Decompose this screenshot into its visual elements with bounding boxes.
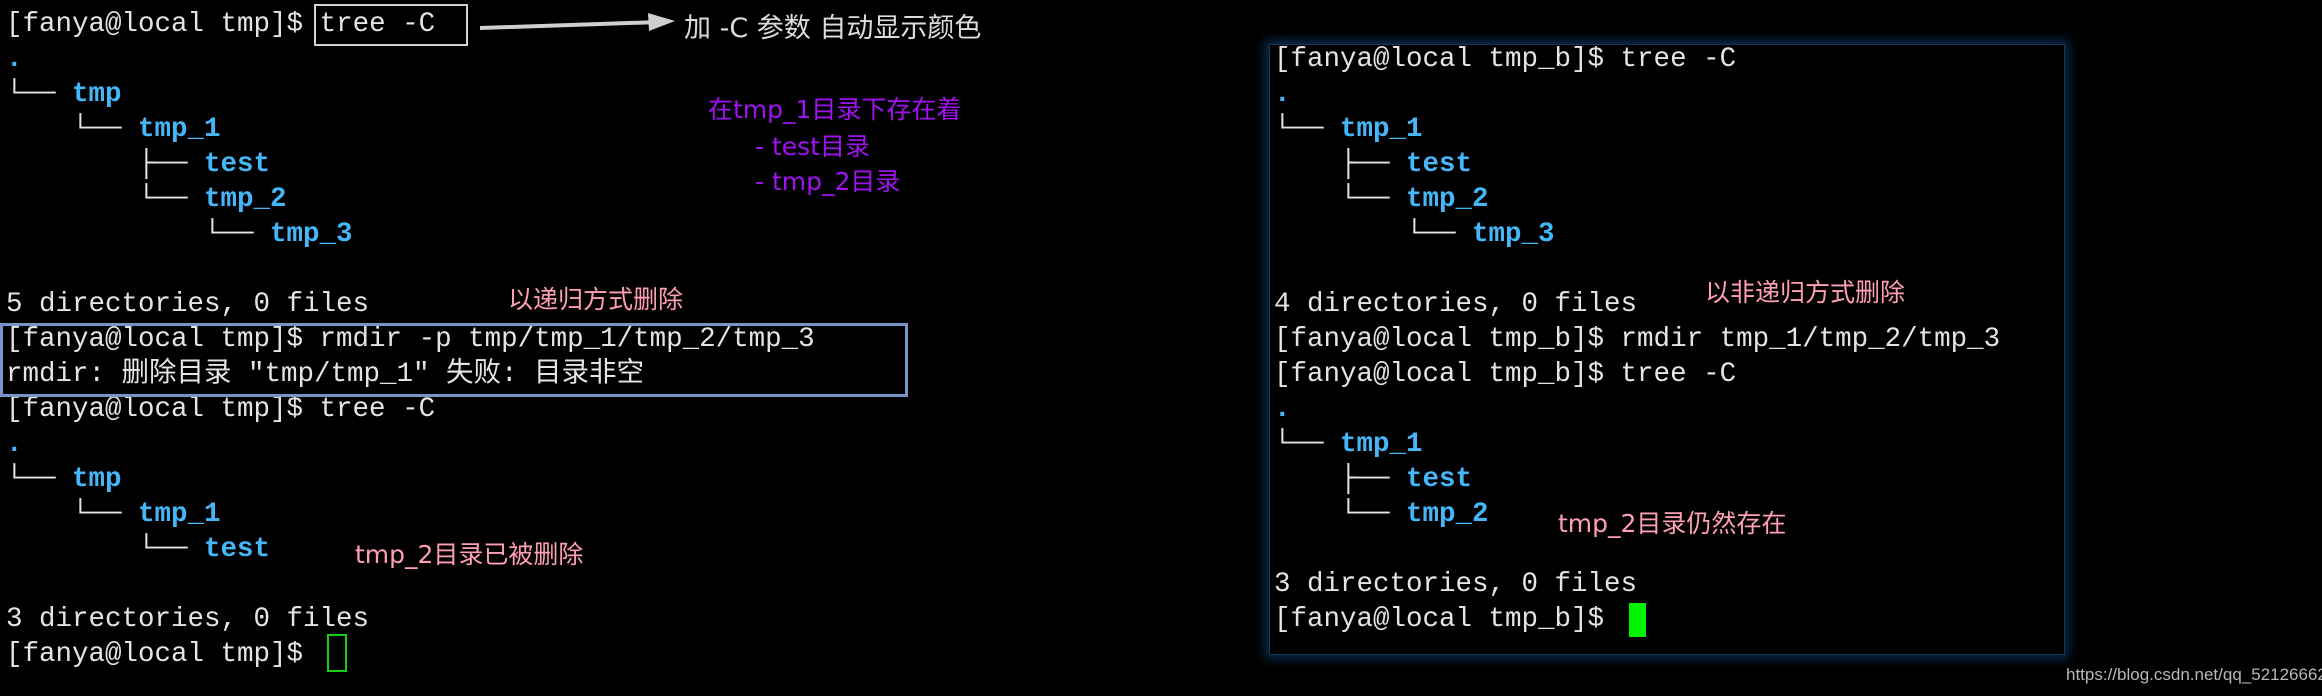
directory-name: tmp_1 — [1340, 114, 1423, 145]
terminal-line: └── tmp_1 — [1274, 427, 2000, 462]
command-highlight-box — [314, 4, 468, 46]
annotation-non-recursive: 以非递归方式删除 — [1705, 278, 1906, 307]
terminal-text: └── — [1274, 114, 1341, 145]
directory-name: tmp_2 — [1406, 184, 1489, 215]
terminal-line: ├── test — [1274, 147, 2000, 182]
watermark: https://blog.csdn.net/qq_52126662 — [2066, 665, 2322, 684]
directory-name: tmp — [72, 464, 122, 495]
directory-name: tmp_3 — [270, 219, 353, 250]
terminal-text: ├── — [6, 149, 205, 180]
directory-name: tmp_2 — [204, 184, 287, 215]
directory-name: test — [204, 534, 271, 565]
terminal-text: 3 directories, 0 files — [1274, 569, 1638, 600]
directory-name: tmp — [72, 79, 122, 110]
terminal-text: [fanya@local tmp_b]$ rmdir tmp_1/tmp_2/t… — [1274, 324, 2001, 355]
directory-name: tmp_3 — [1472, 219, 1555, 250]
terminal-line: . — [6, 427, 815, 462]
terminal-text: [fanya@local tmp]$ tree -C — [6, 394, 436, 425]
terminal-text: ├── — [1274, 149, 1407, 180]
terminal-text: 5 directories, 0 files — [6, 289, 370, 320]
directory-name: tmp_1 — [138, 499, 221, 530]
directory-name: . — [1274, 79, 1291, 110]
terminal-line: └── tmp_3 — [6, 217, 815, 252]
terminal-line: └── tmp_1 — [1274, 112, 2000, 147]
arrow-icon — [479, 13, 675, 31]
terminal-text: └── — [6, 219, 271, 250]
terminal-text: └── — [6, 114, 139, 145]
terminal-line: [fanya@local tmp_b]$ tree -C — [1274, 357, 2000, 392]
annotation-exists-title: 在tmp_1目录下存在着 — [708, 95, 962, 124]
error-highlight-box — [0, 323, 908, 397]
terminal-line: └── tmp — [6, 77, 815, 112]
annotation-recursive: 以递归方式删除 — [508, 285, 684, 314]
directory-name: tmp_1 — [138, 114, 221, 145]
terminal-text: └── — [6, 184, 205, 215]
directory-name: test — [204, 149, 271, 180]
terminal-line: [fanya@local tmp]$ — [6, 637, 815, 672]
annotation-still-exists: tmp_2目录仍然存在 — [1558, 509, 1787, 538]
terminal-line: └── tmp_2 — [6, 182, 815, 217]
directory-name: test — [1406, 149, 1473, 180]
terminal-line: . — [6, 42, 815, 77]
terminal-text: [fanya@local tmp]$ — [6, 9, 320, 40]
directory-name: . — [1274, 394, 1291, 425]
terminal-line: [fanya@local tmp]$ tree -C — [6, 392, 815, 427]
terminal-text: ├── — [1274, 464, 1407, 495]
terminal-line: 5 directories, 0 files — [6, 287, 815, 322]
directory-name: . — [6, 44, 23, 75]
terminal-text: └── — [6, 534, 205, 565]
directory-name: tmp_2 — [1406, 499, 1489, 530]
terminal-line: └── tmp_1 — [6, 112, 815, 147]
terminal-text: [fanya@local tmp_b]$ tree -C — [1274, 359, 1737, 390]
terminal-line: └── tmp_3 — [1274, 217, 2000, 252]
terminal-line: ├── test — [1274, 462, 2000, 497]
terminal-line: └── tmp — [6, 462, 815, 497]
terminal-line: [fanya@local tmp_b]$ tree -C — [1274, 42, 2000, 77]
terminal-line: 3 directories, 0 files — [6, 602, 815, 637]
terminal-text: └── — [6, 499, 139, 530]
annotation-deleted: tmp_2目录已被删除 — [355, 540, 584, 569]
directory-name: tmp_1 — [1340, 429, 1423, 460]
terminal-text: [fanya@local tmp]$ — [6, 639, 320, 670]
terminal-line: [fanya@local tmp_b]$ rmdir tmp_1/tmp_2/t… — [1274, 322, 2000, 357]
terminal-cursor — [1629, 603, 1646, 637]
terminal-text: └── — [1274, 184, 1407, 215]
terminal-line: . — [1274, 77, 2000, 112]
terminal-line: └── tmp_1 — [6, 497, 815, 532]
terminal-line: . — [1274, 392, 2000, 427]
directory-name: test — [1406, 464, 1473, 495]
terminal-text: └── — [1274, 219, 1473, 250]
terminal-text: 3 directories, 0 files — [6, 604, 370, 635]
annotation-color-flag: 加 -C 参数 自动显示颜色 — [684, 13, 982, 44]
terminal-text: └── — [1274, 429, 1341, 460]
terminal-line: 3 directories, 0 files — [1274, 567, 2000, 602]
terminal-text: 4 directories, 0 files — [1274, 289, 1638, 320]
terminal-text: [fanya@local tmp_b]$ — [1274, 604, 1621, 635]
right-terminal-output: [fanya@local tmp_b]$ tree -C. └── tmp_1 ├… — [1274, 42, 2000, 637]
terminal-text: └── — [6, 464, 73, 495]
terminal-text: └── — [6, 79, 73, 110]
terminal-text: [fanya@local tmp_b]$ tree -C — [1274, 44, 1737, 75]
annotation-exists-item: - test目录 — [755, 132, 870, 161]
terminal-text: └── — [1274, 499, 1407, 530]
terminal-line: ├── test — [6, 147, 815, 182]
terminal-line: └── tmp_2 — [1274, 182, 2000, 217]
terminal-cursor — [327, 634, 347, 672]
annotation-exists-item: - tmp_2目录 — [755, 167, 901, 196]
directory-name: . — [6, 429, 23, 460]
